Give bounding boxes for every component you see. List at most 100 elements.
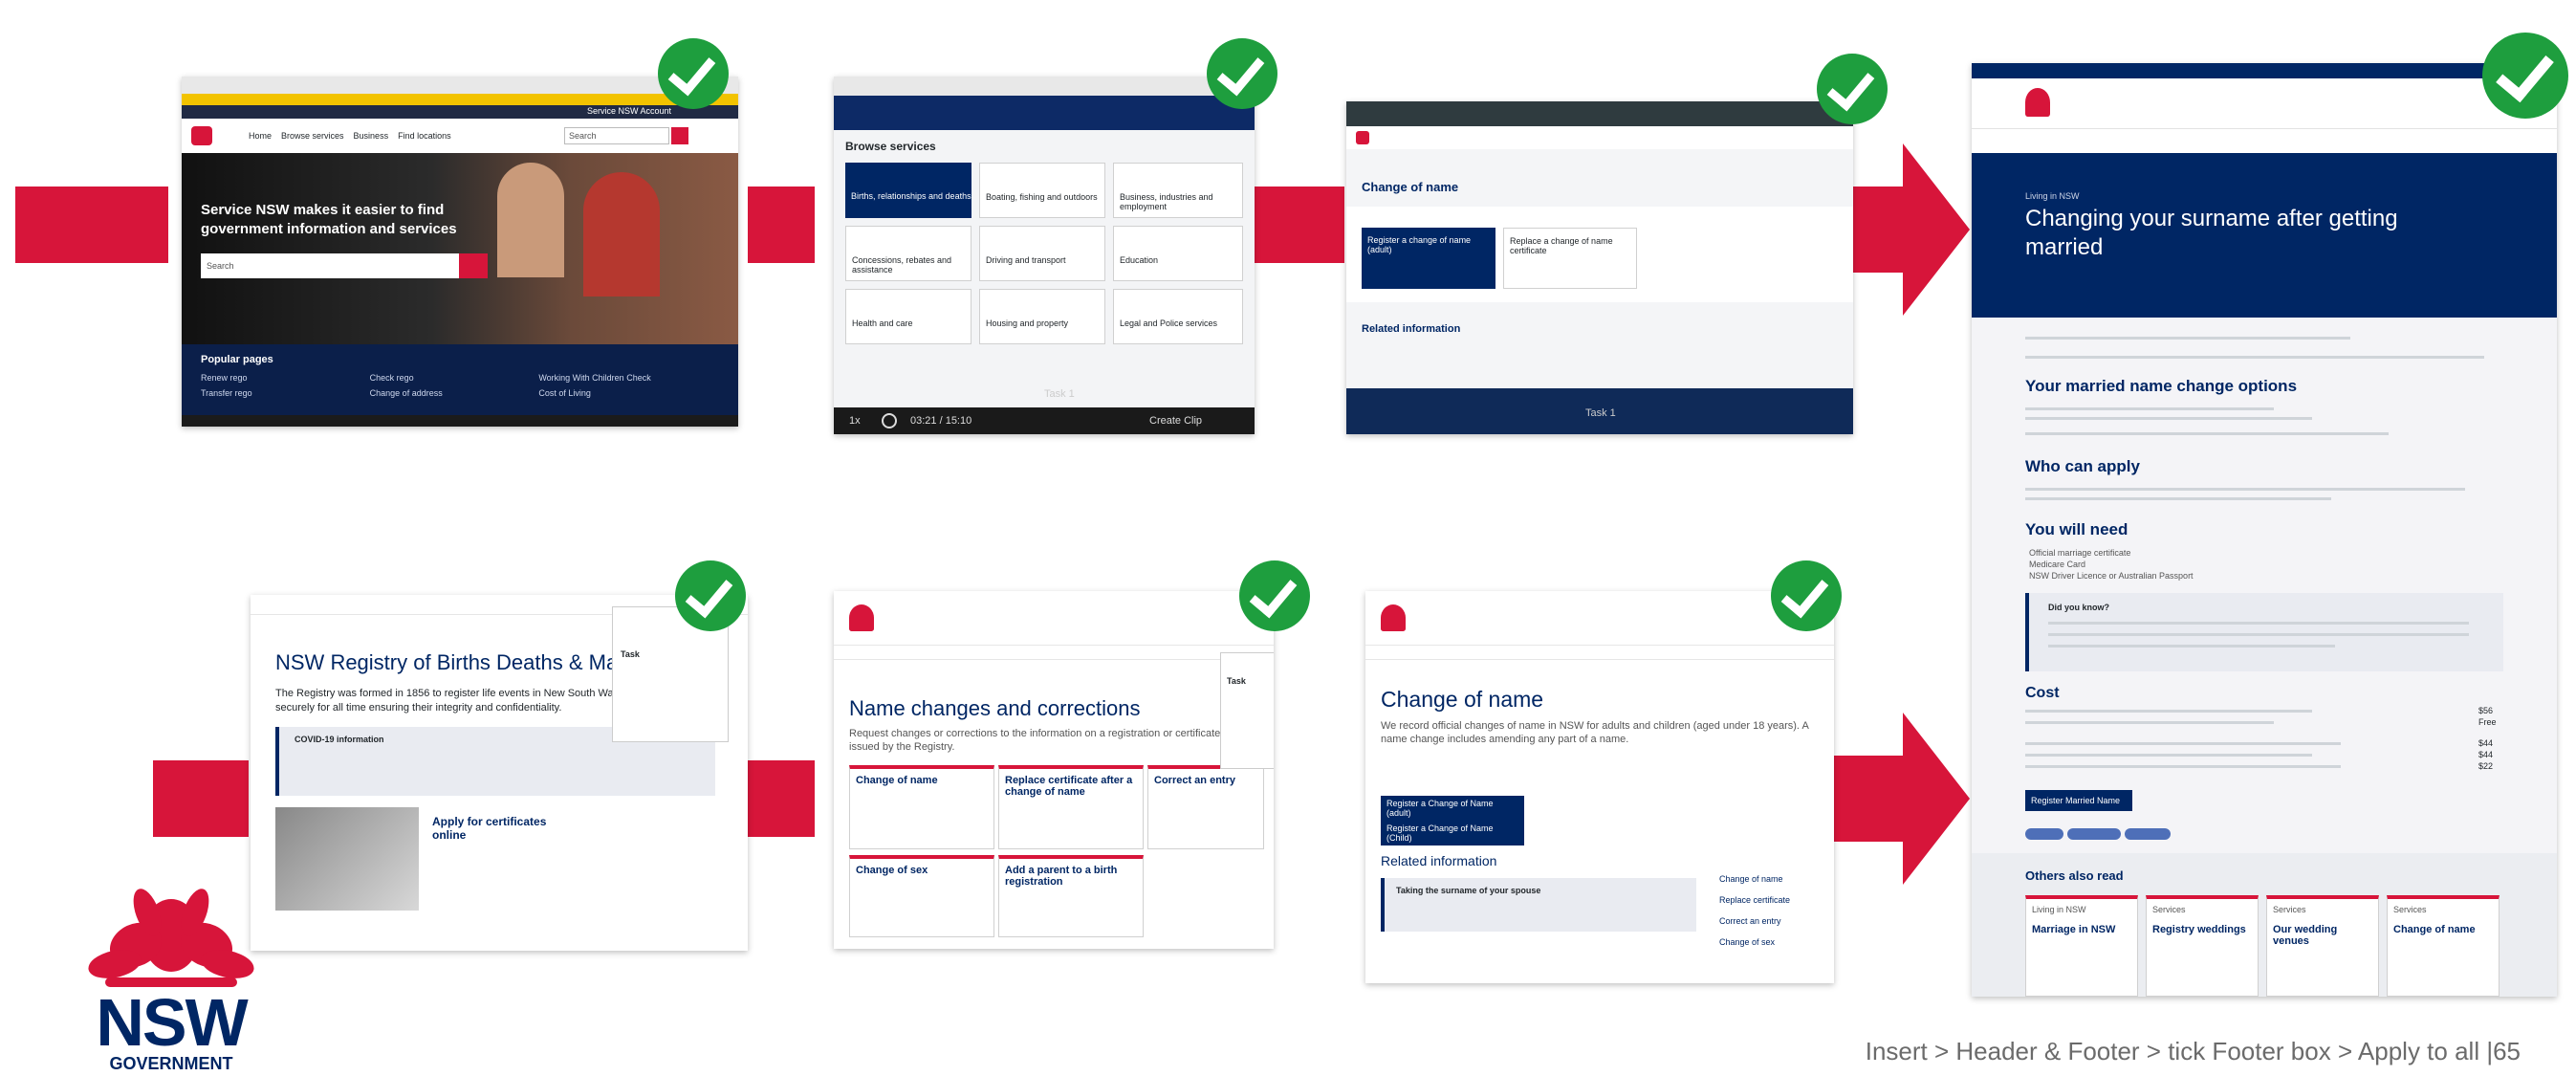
- browser-bar: [182, 77, 738, 94]
- intro-text: Request changes or corrections to the in…: [849, 728, 1221, 753]
- logo-subtext: GOVERNMENT: [109, 1054, 233, 1073]
- hero-person-2: [583, 172, 660, 296]
- add-parent-card[interactable]: Add a parent to a birth registration: [998, 855, 1144, 937]
- nav-home[interactable]: Home: [249, 131, 272, 141]
- nsw-waratah-logo[interactable]: [849, 604, 874, 631]
- text-line: [2025, 721, 2274, 724]
- logo-wordmark: NSW: [96, 985, 248, 1060]
- task-panel: Task: [1220, 652, 1274, 769]
- text-line: [2025, 754, 2312, 757]
- check-icon: [1207, 38, 1277, 109]
- apply-title[interactable]: Apply for certificates online: [432, 815, 566, 842]
- account-link[interactable]: Service NSW Account: [587, 106, 671, 116]
- service-nsw-logo[interactable]: [191, 126, 212, 145]
- taskbar: Task 1: [1346, 388, 1853, 434]
- register-child-button[interactable]: Register a Change of Name (Child): [1381, 821, 1524, 845]
- account-strip: Service NSW Account: [182, 105, 738, 119]
- header-search-button[interactable]: [671, 127, 688, 144]
- check-icon: [1239, 560, 1310, 631]
- nav-business[interactable]: Business: [354, 131, 389, 141]
- service-tile[interactable]: Births, relationships and deaths: [845, 163, 971, 218]
- side-nav-item[interactable]: Change of name: [1719, 868, 1824, 889]
- check-icon: [1771, 560, 1842, 631]
- browser-bar: [834, 77, 1255, 96]
- popular-link[interactable]: Cost of Living: [538, 388, 698, 398]
- nsw-waratah-logo[interactable]: [1381, 604, 1406, 631]
- register-adult-button[interactable]: Register a Change of Name (adult): [1381, 796, 1524, 821]
- service-tile[interactable]: Housing and property: [979, 289, 1105, 344]
- cost-value: $44: [2478, 750, 2494, 759]
- register-married-name-button[interactable]: Register Married Name: [2025, 790, 2132, 811]
- callout-heading: Did you know?: [2048, 603, 2109, 612]
- popular-link[interactable]: Change of address: [370, 388, 530, 398]
- nsw-waratah-logo[interactable]: [2025, 88, 2050, 117]
- site-header: [1972, 78, 2557, 128]
- create-clip-button[interactable]: Create Clip: [1149, 415, 1202, 427]
- related-card[interactable]: Services Change of name: [2387, 895, 2500, 997]
- taskbar: [182, 415, 738, 427]
- hero-banner: Living in NSW Changing your surname afte…: [1972, 153, 2557, 318]
- popular-link[interactable]: Transfer rego: [201, 388, 360, 398]
- side-nav-item[interactable]: Correct an entry: [1719, 911, 1824, 932]
- change-of-sex-card[interactable]: Change of sex: [849, 855, 994, 937]
- replace-certificate-card[interactable]: Replace certificate after a change of na…: [998, 765, 1144, 849]
- screenshot-browse-services: Browse services Births, relationships an…: [834, 77, 1255, 434]
- side-nav-item[interactable]: Change of sex: [1719, 932, 1824, 953]
- hero-search-button[interactable]: [459, 253, 488, 278]
- top-strip: [1972, 63, 2557, 78]
- service-nsw-logo[interactable]: [1356, 131, 1369, 144]
- nav-find-locations[interactable]: Find locations: [398, 131, 451, 141]
- replace-certificate-card[interactable]: Replace a change of name certificate: [1503, 228, 1637, 289]
- related-card[interactable]: Living in NSW Marriage in NSW: [2025, 895, 2138, 997]
- tag-pill[interactable]: [2025, 828, 2063, 840]
- browse-heading: Browse services: [845, 140, 936, 153]
- tag-pill[interactable]: [2067, 828, 2121, 840]
- cost-value: $44: [2478, 738, 2494, 748]
- popular-link[interactable]: Renew rego: [201, 373, 360, 383]
- arrow-5: [153, 760, 249, 837]
- side-nav-item[interactable]: Replace certificate: [1719, 889, 1824, 911]
- playback-speed[interactable]: 1x: [849, 415, 861, 427]
- video-time: 03:21 / 15:10: [910, 415, 972, 427]
- section-heading: You will need: [2025, 520, 2128, 538]
- text-line: [2048, 622, 2469, 625]
- page-title: Change of name: [1381, 687, 1544, 712]
- service-tile[interactable]: Boating, fishing and outdoors: [979, 163, 1105, 218]
- service-tile[interactable]: Driving and transport: [979, 226, 1105, 281]
- nsw-government-logo: NSW GOVERNMENT: [80, 886, 262, 1073]
- hero-person-1: [497, 163, 564, 277]
- related-card[interactable]: Services Our wedding venues: [2266, 895, 2379, 997]
- arrow-4: [1850, 143, 1970, 316]
- covid-heading: COVID-19 information: [295, 735, 384, 744]
- text-line: [2025, 407, 2274, 410]
- service-tile[interactable]: Health and care: [845, 289, 971, 344]
- related-card[interactable]: Services Registry weddings: [2146, 895, 2259, 997]
- register-adult-card[interactable]: Register a change of name (adult): [1362, 228, 1495, 289]
- correct-entry-card[interactable]: Correct an entry: [1147, 765, 1264, 849]
- header-search-input[interactable]: Search: [564, 127, 669, 144]
- change-of-name-card[interactable]: Change of name: [849, 765, 994, 849]
- related-item[interactable]: Taking the surname of your spouse: [1396, 886, 1540, 895]
- arrow-8: [1822, 713, 1970, 885]
- check-icon: [2482, 33, 2568, 119]
- related-callout: Taking the surname of your spouse: [1381, 878, 1696, 932]
- popular-link[interactable]: Working With Children Check: [538, 373, 698, 383]
- hero-search-input[interactable]: Search: [201, 253, 459, 278]
- others-also-read: Others also read Living in NSW Marriage …: [1972, 853, 2557, 997]
- tag-pill[interactable]: [2125, 828, 2171, 840]
- text-line: [2025, 417, 2312, 420]
- service-tile[interactable]: Education: [1113, 226, 1243, 281]
- nav-browse-services[interactable]: Browse services: [281, 131, 344, 141]
- arrow-1: [15, 187, 168, 263]
- task-label: Task: [621, 649, 640, 659]
- popular-link[interactable]: Check rego: [370, 373, 530, 383]
- text-line: [2048, 633, 2469, 636]
- service-tile[interactable]: Concessions, rebates and assistance: [845, 226, 971, 281]
- cost-value: $22: [2478, 761, 2494, 771]
- service-tile[interactable]: Business, industries and employment: [1113, 163, 1243, 218]
- site-header: Home Browse services Business Find locat…: [182, 119, 738, 153]
- check-icon: [1817, 54, 1888, 124]
- replay-icon[interactable]: [882, 413, 897, 428]
- screenshot-service-nsw-home: Service NSW Account Home Browse services…: [182, 77, 738, 427]
- service-tile[interactable]: Legal and Police services: [1113, 289, 1243, 344]
